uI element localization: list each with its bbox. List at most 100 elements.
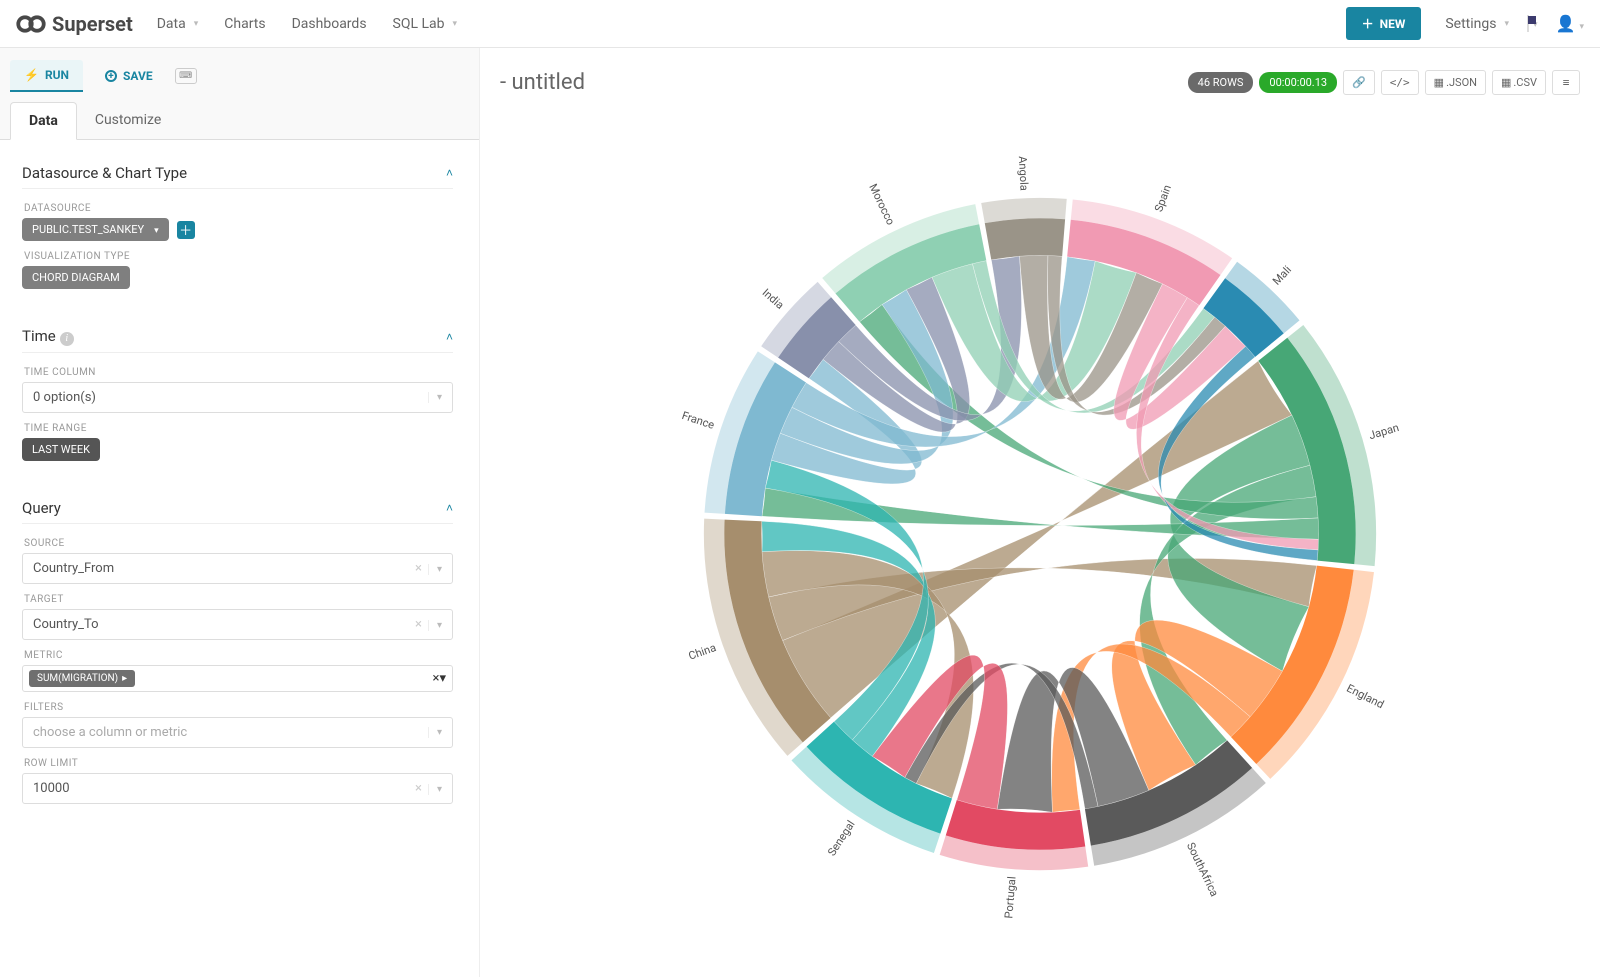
chevron-down-icon: ▾ [428, 784, 442, 795]
caret-right-icon: ▸ [122, 673, 127, 684]
json-button[interactable]: ▦.JSON [1425, 70, 1486, 95]
code-icon: </> [1390, 76, 1410, 89]
nav-sqllab[interactable]: SQL Lab [393, 16, 458, 32]
link-button[interactable]: 🔗 [1343, 70, 1375, 95]
section-datasource-title: Datasource & Chart Type [22, 164, 187, 182]
viztype-label: VISUALIZATION TYPE [24, 251, 453, 262]
section-time-header[interactable]: Timei ˄ [22, 317, 453, 353]
chevron-down-icon: ▾ [439, 671, 446, 686]
chord-label: Spain [1152, 183, 1174, 214]
rowlimit-label: ROW LIMIT [24, 758, 453, 769]
chord-label: India [760, 286, 787, 312]
flag-icon [1527, 15, 1529, 32]
nav-settings[interactable]: Settings [1445, 16, 1509, 32]
clear-icon[interactable]: × [415, 781, 422, 796]
user-menu[interactable]: 👤 [1556, 14, 1584, 33]
source-label: SOURCE [24, 538, 453, 549]
new-button[interactable]: ＋ NEW [1346, 7, 1422, 40]
filters-label: FILTERS [24, 702, 453, 713]
chevron-down-icon [150, 223, 159, 236]
bolt-icon: ⚡ [24, 68, 39, 82]
nav-dashboards[interactable]: Dashboards [292, 16, 367, 32]
top-nav: Superset Data Charts Dashboards SQL Lab … [0, 0, 1600, 48]
chord-label: SouthAfrica [1184, 840, 1221, 898]
add-datasource-button[interactable]: ＋ [177, 221, 195, 239]
brand[interactable]: Superset [16, 12, 133, 36]
nav-links: Data Charts Dashboards SQL Lab [157, 16, 457, 32]
timerange-label: TIME RANGE [24, 423, 453, 434]
csv-button[interactable]: ▦.CSV [1492, 70, 1546, 95]
target-label: TARGET [24, 594, 453, 605]
chevron-down-icon: ▾ [428, 392, 442, 403]
target-select[interactable]: Country_To ×▾ [22, 609, 453, 640]
new-button-label: NEW [1380, 17, 1406, 31]
clear-icon[interactable]: × [415, 561, 422, 576]
save-label: SAVE [123, 69, 153, 83]
run-label: RUN [45, 68, 69, 82]
metric-select[interactable]: SUM(MIGRATION) ▸ ×▾ [22, 665, 453, 692]
plus-icon: ＋ [1362, 15, 1374, 32]
keyboard-icon[interactable]: ⌨ [175, 68, 197, 84]
link-icon: 🔗 [1352, 76, 1366, 89]
chart-title[interactable]: - untitled [500, 70, 585, 95]
rowlimit-select[interactable]: 10000 × ▾ [22, 773, 453, 804]
run-button[interactable]: ⚡ RUN [10, 60, 83, 92]
chord-arc[interactable] [985, 218, 1065, 259]
chord-label: Portugal [1002, 876, 1018, 919]
tab-data[interactable]: Data [10, 102, 77, 140]
section-datasource-header[interactable]: Datasource & Chart Type ˄ [22, 154, 453, 189]
nav-charts[interactable]: Charts [224, 16, 265, 32]
chord-label: Angola [1016, 156, 1031, 191]
timecol-value: 0 option(s) [33, 390, 96, 405]
time-pill: 00:00:00.13 [1259, 72, 1337, 93]
timerange-value: LAST WEEK [32, 443, 90, 456]
chevron-up-icon: ˄ [446, 501, 453, 515]
file-icon: ▦ [1501, 76, 1511, 89]
plus-circle-icon: + [105, 70, 117, 82]
file-icon: ▦ [1434, 76, 1444, 89]
metric-value: SUM(MIGRATION) [37, 673, 118, 684]
viztype-value: CHORD DIAGRAM [32, 271, 120, 284]
tab-customize[interactable]: Customize [77, 102, 179, 139]
section-time-title: Time [22, 327, 56, 345]
nav-data[interactable]: Data [157, 16, 199, 32]
chevron-up-icon: ˄ [446, 166, 453, 180]
section-query-header[interactable]: Query ˄ [22, 489, 453, 524]
embed-button[interactable]: </> [1381, 70, 1419, 95]
chord-label: Morocco [866, 182, 897, 227]
source-value: Country_From [33, 561, 114, 576]
timecol-label: TIME COLUMN [24, 367, 453, 378]
chord-label: China [687, 641, 718, 663]
timerange-chip[interactable]: LAST WEEK [22, 438, 100, 461]
chord-label: England [1344, 682, 1385, 712]
explore-panel: ⚡ RUN + SAVE ⌨ Data Customize Datasource… [0, 48, 480, 977]
brand-logo-icon [16, 13, 46, 35]
filters-placeholder: choose a column or metric [33, 725, 187, 740]
rows-pill: 46 ROWS [1188, 72, 1254, 93]
info-icon[interactable]: i [60, 332, 74, 346]
filters-select[interactable]: choose a column or metric ▾ [22, 717, 453, 748]
chevron-down-icon: ▾ [428, 564, 442, 575]
metric-label: METRIC [24, 650, 453, 661]
chord-label: Mali [1270, 263, 1294, 287]
hamburger-icon: ≡ [1563, 76, 1570, 89]
chord-label: France [680, 409, 716, 432]
chord-label: Senegal [825, 818, 857, 858]
menu-button[interactable]: ≡ [1552, 70, 1580, 95]
datasource-label: DATASOURCE [24, 203, 453, 214]
timecol-select[interactable]: 0 option(s) ▾ [22, 382, 453, 413]
save-button[interactable]: + SAVE [91, 61, 167, 91]
datasource-chip[interactable]: PUBLIC.TEST_SANKEY [22, 218, 169, 241]
rowlimit-value: 10000 [33, 781, 70, 796]
brand-text: Superset [52, 12, 133, 36]
chevron-down-icon: ▾ [428, 727, 442, 738]
source-select[interactable]: Country_From × ▾ [22, 553, 453, 584]
locale-picker[interactable] [1527, 16, 1538, 31]
chord-label: Japan [1367, 421, 1400, 442]
datasource-value: PUBLIC.TEST_SANKEY [32, 223, 144, 236]
chevron-up-icon: ˄ [446, 330, 453, 344]
chord-diagram[interactable]: Japan England SouthAfrica Portugal Senegal Ch… [650, 144, 1430, 924]
clear-icon[interactable]: × [415, 617, 422, 632]
viztype-chip[interactable]: CHORD DIAGRAM [22, 266, 130, 289]
section-query-title: Query [22, 499, 61, 517]
